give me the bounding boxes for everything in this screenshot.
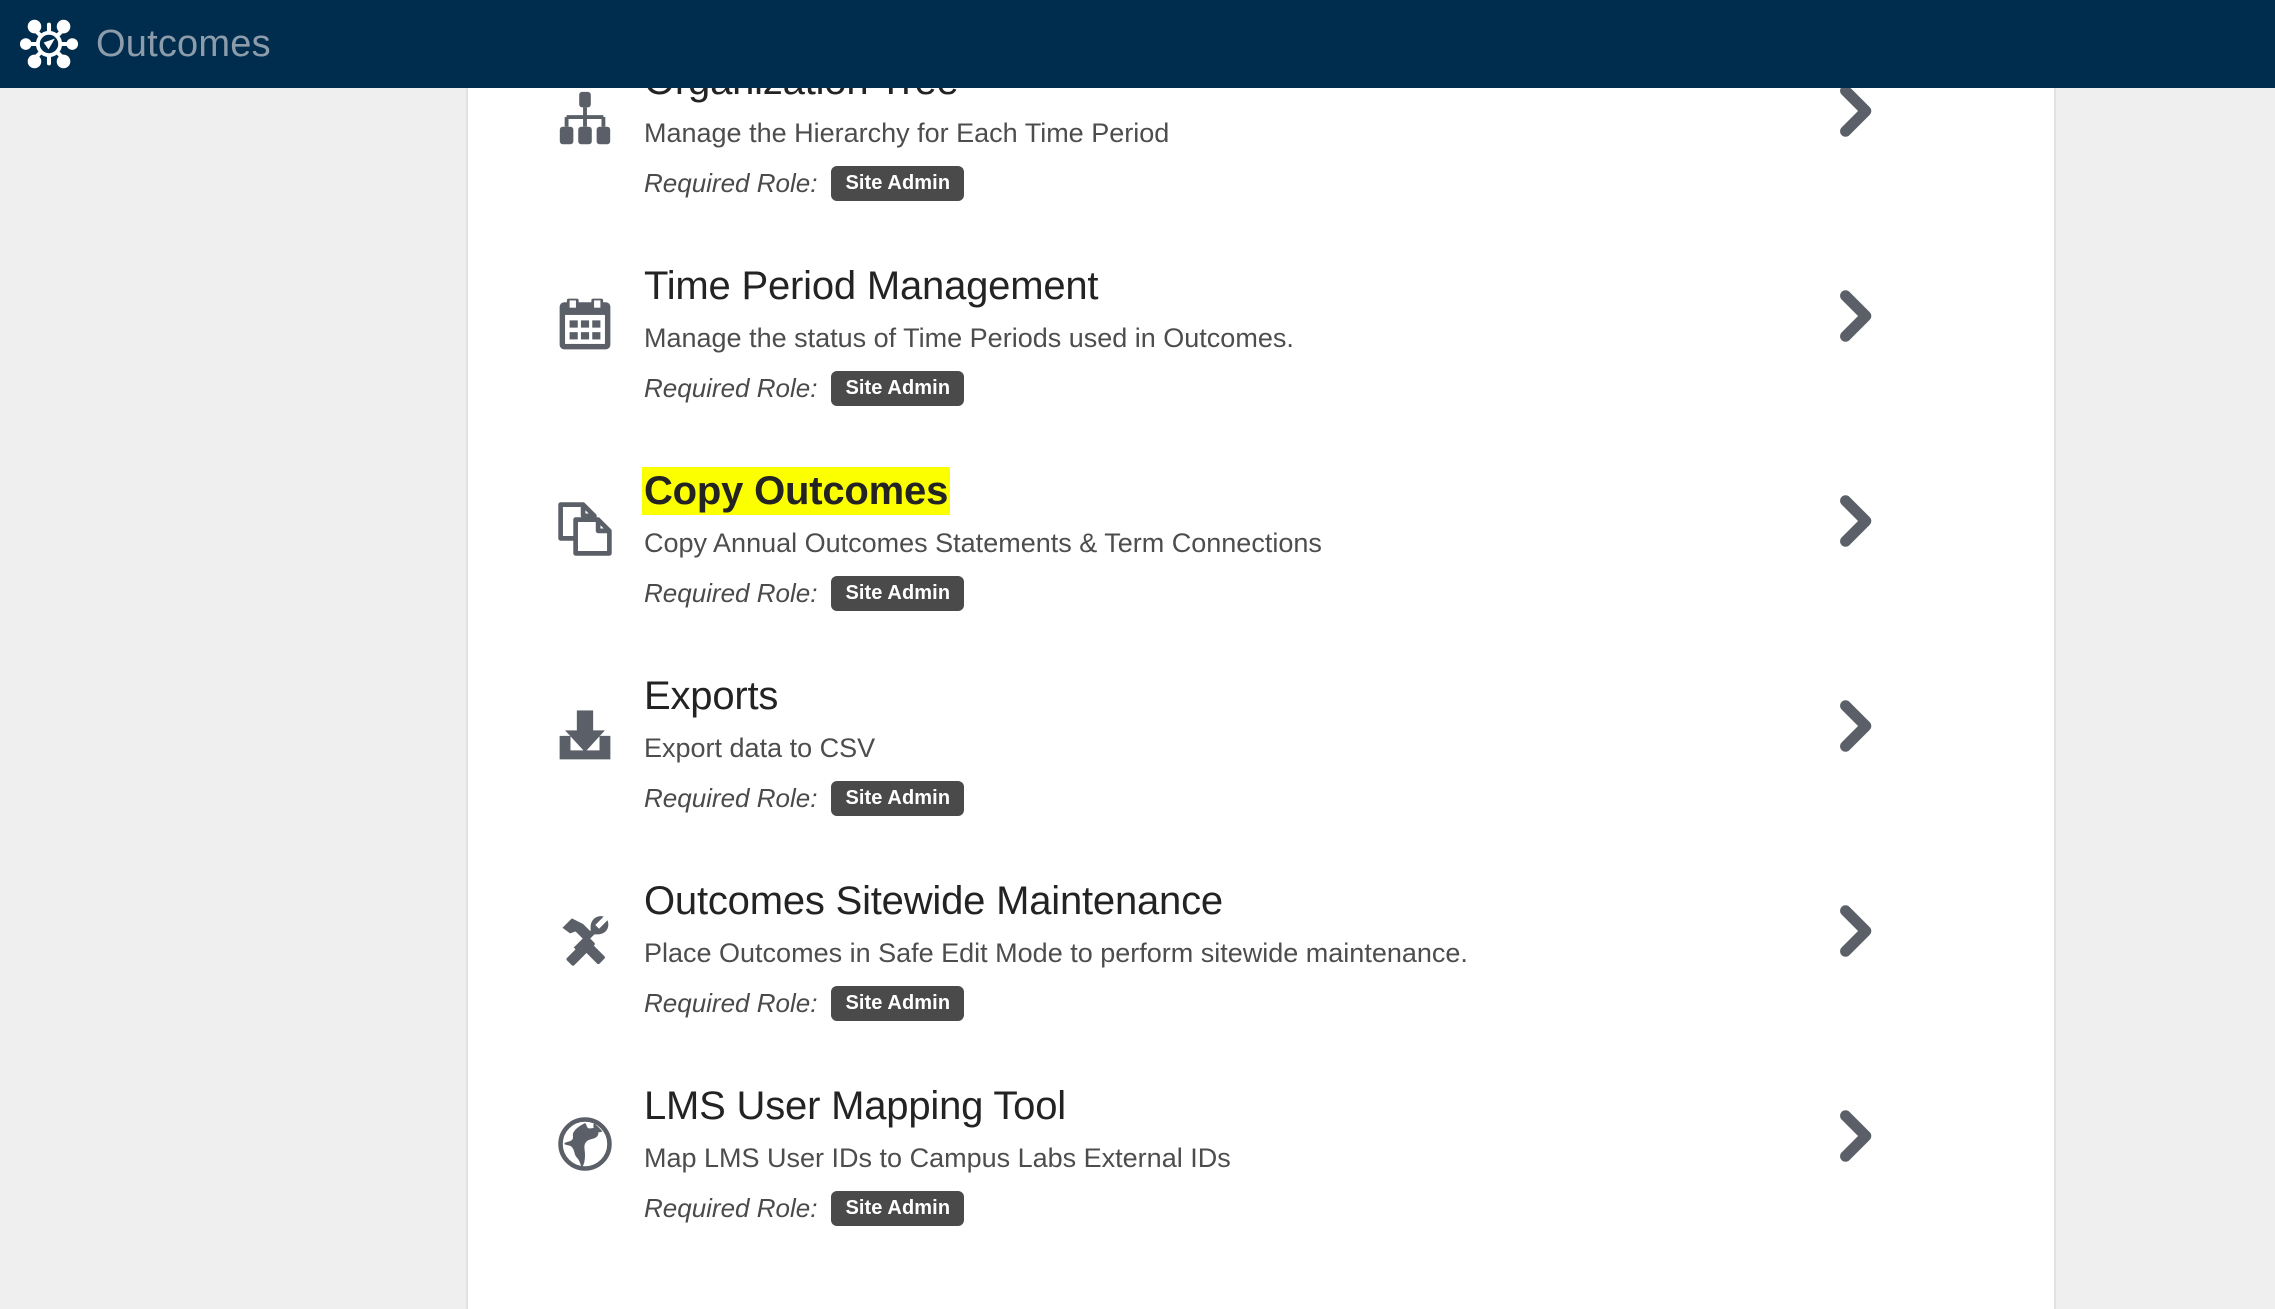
list-item-title[interactable]: Organization Tree <box>644 88 959 103</box>
list-item-text: Copy Outcomes Copy Annual Outcomes State… <box>644 456 1794 611</box>
list-item-title[interactable]: LMS User Mapping Tool <box>644 1084 1066 1128</box>
chevron-right-icon[interactable] <box>1794 251 1914 343</box>
globe-icon <box>548 1107 622 1181</box>
required-role: Required Role: Site Admin <box>644 985 1794 1021</box>
required-role-label: Required Role: <box>644 167 818 198</box>
status-badge: Site Admin <box>831 575 965 611</box>
list-item-description: Place Outcomes in Safe Edit Mode to perf… <box>644 938 1468 969</box>
list-item[interactable]: Copy Outcomes Copy Annual Outcomes State… <box>468 456 2054 661</box>
outcomes-hub-checkmark-logo-icon[interactable] <box>18 13 80 75</box>
status-badge: Site Admin <box>831 1190 965 1226</box>
list-item-text: LMS User Mapping Tool Map LMS User IDs t… <box>644 1071 1794 1226</box>
list-item-title-line: LMS User Mapping Tool <box>644 1081 1794 1132</box>
chevron-right-icon[interactable] <box>1794 88 1914 138</box>
app-header-bar: Outcomes <box>0 0 2275 88</box>
list-item-title[interactable]: Exports <box>644 674 778 718</box>
list-item-description: Manage the status of Time Periods used i… <box>644 323 1294 354</box>
required-role-label: Required Role: <box>644 577 818 608</box>
list-item-text: Outcomes Sitewide Maintenance Place Outc… <box>644 866 1794 1021</box>
list-item-description: Manage the Hierarchy for Each Time Perio… <box>644 118 1170 149</box>
required-role: Required Role: Site Admin <box>644 1190 1794 1226</box>
list-item-description: Copy Annual Outcomes Statements & Term C… <box>644 528 1322 559</box>
status-badge: Site Admin <box>831 780 965 816</box>
required-role: Required Role: Site Admin <box>644 780 1794 816</box>
required-role: Required Role: Site Admin <box>644 575 1794 611</box>
list-item-title[interactable]: Time Period Management <box>644 264 1099 308</box>
list-item-title-line: Copy Outcomes <box>644 466 1794 517</box>
list-item-description: Map LMS User IDs to Campus Labs External… <box>644 1143 1231 1174</box>
required-role: Required Role: Site Admin <box>644 165 1794 201</box>
chevron-right-icon[interactable] <box>1794 1071 1914 1163</box>
hammer-wrench-icon <box>548 902 622 976</box>
app-title: Outcomes <box>96 23 271 65</box>
list-item-text: Organization Tree Manage the Hierarchy f… <box>644 88 1794 201</box>
list-item[interactable]: Exports Export data to CSV Required Role… <box>468 661 2054 866</box>
list-item[interactable]: Organization Tree Manage the Hierarchy f… <box>468 88 2054 251</box>
required-role-label: Required Role: <box>644 987 818 1018</box>
list-item[interactable]: LMS User Mapping Tool Map LMS User IDs t… <box>468 1071 2054 1276</box>
list-item[interactable]: Outcomes Sitewide Maintenance Place Outc… <box>468 866 2054 1071</box>
list-item-text: Exports Export data to CSV Required Role… <box>644 661 1794 816</box>
status-badge: Site Admin <box>831 985 965 1021</box>
list-item-text: Time Period Management Manage the status… <box>644 251 1794 406</box>
page-background: Organization Tree Manage the Hierarchy f… <box>0 88 2275 1309</box>
list-item-description: Export data to CSV <box>644 733 876 764</box>
required-role-label: Required Role: <box>644 1192 818 1223</box>
status-badge: Site Admin <box>831 165 965 201</box>
calendar-icon <box>548 287 622 361</box>
admin-tools-list: Organization Tree Manage the Hierarchy f… <box>468 88 2054 1276</box>
download-icon <box>548 697 622 771</box>
chevron-right-icon[interactable] <box>1794 661 1914 753</box>
org-tree-icon <box>548 88 622 156</box>
required-role: Required Role: Site Admin <box>644 370 1794 406</box>
list-item[interactable]: Time Period Management Manage the status… <box>468 251 2054 456</box>
list-item-title-line: Organization Tree <box>644 88 1794 107</box>
status-badge: Site Admin <box>831 370 965 406</box>
required-role-label: Required Role: <box>644 372 818 403</box>
content-panel: Organization Tree Manage the Hierarchy f… <box>466 88 2056 1309</box>
list-item-title-line: Exports <box>644 671 1794 722</box>
list-item-title[interactable]: Outcomes Sitewide Maintenance <box>644 879 1223 923</box>
chevron-right-icon[interactable] <box>1794 866 1914 958</box>
copy-documents-icon <box>548 492 622 566</box>
list-item-title-line: Time Period Management <box>644 261 1794 312</box>
list-item-title-line: Outcomes Sitewide Maintenance <box>644 876 1794 927</box>
chevron-right-icon[interactable] <box>1794 456 1914 548</box>
required-role-label: Required Role: <box>644 782 818 813</box>
list-item-title[interactable]: Copy Outcomes <box>644 469 948 513</box>
